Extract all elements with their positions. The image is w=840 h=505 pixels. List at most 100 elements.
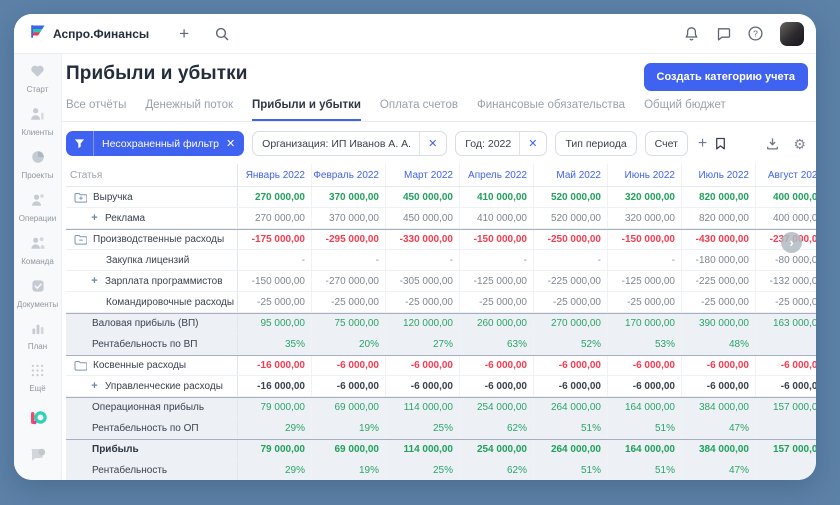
expand-plus-icon[interactable]: + <box>90 381 99 392</box>
value-cell: 370 000,00 <box>312 208 386 228</box>
download-icon[interactable] <box>766 137 779 150</box>
help-icon[interactable]: ? <box>748 26 763 41</box>
remove-filter-icon[interactable]: ✕ <box>226 137 235 150</box>
filter-chip-year[interactable]: Год: 2022✕ <box>455 131 547 156</box>
sidebar-item-clients[interactable]: Клиенты <box>15 107 61 137</box>
value-cell: -25 000,00 <box>238 292 312 312</box>
sidebar-item-label: Клиенты <box>21 128 53 137</box>
support-chat-icon[interactable] <box>29 447 47 468</box>
filter-chip-period-type[interactable]: Тип периода <box>555 131 636 156</box>
settings-gear-icon[interactable]: ⚙ <box>793 137 806 151</box>
value-cell: 400 000,00 <box>756 208 816 228</box>
value-cell: -25 000,00 <box>386 292 460 312</box>
table-row[interactable]: Командировочные расходы-25 000,00-25 000… <box>66 292 816 313</box>
value-cell: 69 000,00 <box>312 440 386 459</box>
sidebar-item-projects[interactable]: Проекты <box>15 150 61 180</box>
expand-plus-icon[interactable]: + <box>90 213 99 224</box>
value-cell: 254 000,00 <box>460 398 534 417</box>
table-row[interactable]: Производственные расходы-175 000,00-295 … <box>66 229 816 250</box>
row-label: Закупка лицензий <box>106 255 189 266</box>
value-cell: -16 000,00 <box>238 376 312 396</box>
bookmark-icon[interactable] <box>715 137 726 150</box>
sidebar-item-more[interactable]: Ещё <box>15 364 61 393</box>
sidebar-item-plan[interactable]: План <box>15 322 61 351</box>
table-row[interactable]: Закупка лицензий-------180 000,00-80 000… <box>66 250 816 271</box>
filter-chip-account[interactable]: Счет <box>645 131 688 156</box>
table-row[interactable]: Прибыль79 000,0069 000,00114 000,00254 0… <box>66 439 816 460</box>
messages-icon[interactable] <box>716 27 731 41</box>
tab-all-reports[interactable]: Все отчёты <box>66 99 126 121</box>
value-cell: 170 000,00 <box>608 314 682 333</box>
folder-icon[interactable] <box>74 360 87 371</box>
value-cell: 62% <box>460 460 534 480</box>
pie-icon <box>31 150 45 169</box>
row-values: 29%19%25%62%51%51%47% <box>238 418 816 438</box>
row-label: Производственные расходы <box>93 234 224 245</box>
value-cell: 260 000,00 <box>460 314 534 333</box>
table-row[interactable]: Валовая прибыль (ВП)95 000,0075 000,0012… <box>66 313 816 334</box>
sidebar-bottom <box>28 408 48 480</box>
sidebar-item-documents[interactable]: Документы <box>15 279 61 309</box>
tab-liabilities[interactable]: Финансовые обязательства <box>477 99 625 121</box>
value-cell: 390 000,00 <box>682 314 756 333</box>
product-logo-icon[interactable] <box>28 408 48 433</box>
value-cell: -6 000,00 <box>312 376 386 396</box>
expand-plus-icon[interactable]: + <box>90 276 99 287</box>
unsaved-filter-chip[interactable]: Несохраненный фильтр ✕ <box>66 131 244 156</box>
value-cell: 264 000,00 <box>534 398 608 417</box>
remove-chip-icon[interactable]: ✕ <box>519 132 537 155</box>
tab-budget[interactable]: Общий бюджет <box>644 99 726 121</box>
add-filter-icon[interactable]: + <box>698 136 707 152</box>
table-row[interactable]: Рентабельность по ОП29%19%25%62%51%51%47… <box>66 418 816 439</box>
value-cell: 370 000,00 <box>312 187 386 207</box>
column-header-month-3: Март 2022 <box>386 164 460 186</box>
sidebar-item-operations[interactable]: Операции <box>15 193 61 223</box>
remove-chip-icon[interactable]: ✕ <box>419 132 437 155</box>
sidebar-item-start[interactable]: Старт <box>15 64 61 94</box>
row-label-cell: +Управленческие расходы <box>66 376 238 396</box>
value-cell: -430 000,00 <box>682 230 756 249</box>
row-values: 270 000,00370 000,00450 000,00410 000,00… <box>238 208 816 228</box>
create-category-button[interactable]: Создать категорию учета <box>644 63 809 91</box>
sidebar-item-label: Команда <box>21 257 54 266</box>
table-row[interactable]: +Зарплата программистов-150 000,00-270 0… <box>66 271 816 292</box>
folder-plus-icon[interactable] <box>74 192 87 203</box>
folder-minus-icon[interactable] <box>74 234 87 245</box>
row-label: Операционная прибыль <box>92 402 204 413</box>
search-icon[interactable] <box>215 27 229 41</box>
filter-chip-organization[interactable]: Организация: ИП Иванов А. А.✕ <box>252 131 447 156</box>
tab-invoices[interactable]: Оплата счетов <box>380 99 458 121</box>
table-row[interactable]: Рентабельность29%19%25%62%51%51%47% <box>66 460 816 480</box>
value-cell: -25 000,00 <box>756 292 816 312</box>
value-cell: 157 000,00 <box>756 398 816 417</box>
value-cell: -25 000,00 <box>460 292 534 312</box>
person-chart-icon <box>30 107 45 126</box>
value-cell: 164 000,00 <box>608 398 682 417</box>
value-cell: 62% <box>460 418 534 438</box>
notifications-icon[interactable] <box>684 26 699 41</box>
column-header-month-5: Май 2022 <box>534 164 608 186</box>
value-cell: - <box>238 250 312 270</box>
sidebar-nav: Старт Клиенты Проекты Операции Команда Докуме… <box>15 64 61 406</box>
value-cell: 410 000,00 <box>460 208 534 228</box>
sidebar-item-team[interactable]: Команда <box>15 236 61 266</box>
tab-pnl[interactable]: Прибыли и убытки <box>252 99 361 121</box>
table-row[interactable]: Рентабельность по ВП35%20%27%63%52%53%48… <box>66 334 816 355</box>
table-row[interactable]: +Реклама270 000,00370 000,00450 000,0041… <box>66 208 816 229</box>
row-values: 29%19%25%62%51%51%47% <box>238 460 816 480</box>
table-row[interactable]: +Управленческие расходы-16 000,00-6 000,… <box>66 376 816 397</box>
value-cell: - <box>460 250 534 270</box>
tab-cash-flow[interactable]: Денежный поток <box>145 99 233 121</box>
value-cell: -225 000,00 <box>534 271 608 291</box>
value-cell: -6 000,00 <box>386 356 460 375</box>
user-avatar[interactable] <box>780 22 804 46</box>
value-cell: 270 000,00 <box>238 187 312 207</box>
month-headers: Январь 2022Февраль 2022Март 2022Апрель 2… <box>238 164 816 186</box>
app-logo[interactable]: Аспро.Финансы <box>30 24 149 44</box>
create-icon[interactable]: + <box>179 25 189 42</box>
table-row[interactable]: Операционная прибыль79 000,0069 000,0011… <box>66 397 816 418</box>
value-cell: -6 000,00 <box>386 376 460 396</box>
scroll-right-button[interactable]: › <box>781 232 802 253</box>
table-row[interactable]: Косвенные расходы-16 000,00-6 000,00-6 0… <box>66 355 816 376</box>
table-row[interactable]: Выручка270 000,00370 000,00450 000,00410… <box>66 187 816 208</box>
